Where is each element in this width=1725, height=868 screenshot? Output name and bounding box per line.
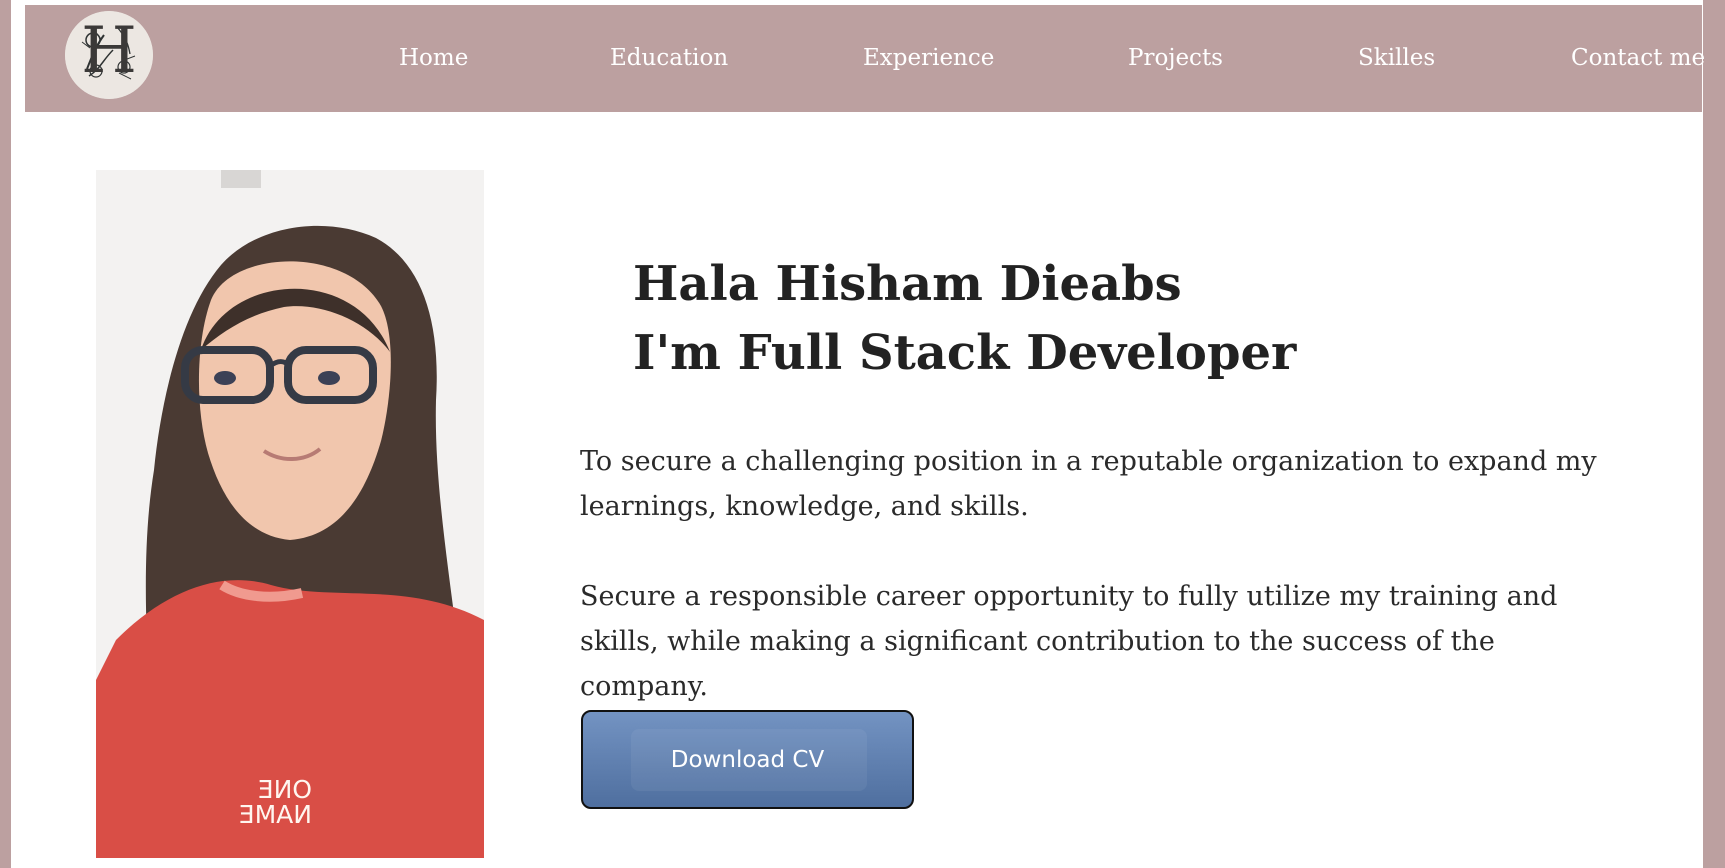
hero-role: I'm Full Stack Developer [633,324,1297,381]
hero-name: Hala Hisham Dieabs [633,256,1182,313]
profile-photo: ONE NAME [96,170,484,858]
profile-photo-illustration: ONE NAME [96,170,484,858]
logo-letter: H [81,14,137,88]
download-cv-button[interactable]: Download CV [581,710,914,809]
nav-item-skills[interactable]: Skilles [1358,45,1435,71]
nav-item-education[interactable]: Education [610,45,728,71]
nav-item-projects[interactable]: Projects [1128,45,1223,71]
top-navbar: H Home Education Experience Projects Ski… [25,5,1705,112]
floral-monogram-logo[interactable]: H [65,11,153,99]
svg-text:NAME: NAME [239,800,312,829]
objective-paragraph-2: Secure a responsible career opportunity … [580,581,1558,702]
download-cv-label: Download CV [670,746,825,773]
objective-paragraph-1: To secure a challenging position in a re… [580,446,1597,522]
nav-item-home[interactable]: Home [399,45,468,71]
nav-item-contact[interactable]: Contact me [1571,45,1705,71]
nav-item-experience[interactable]: Experience [863,45,994,71]
